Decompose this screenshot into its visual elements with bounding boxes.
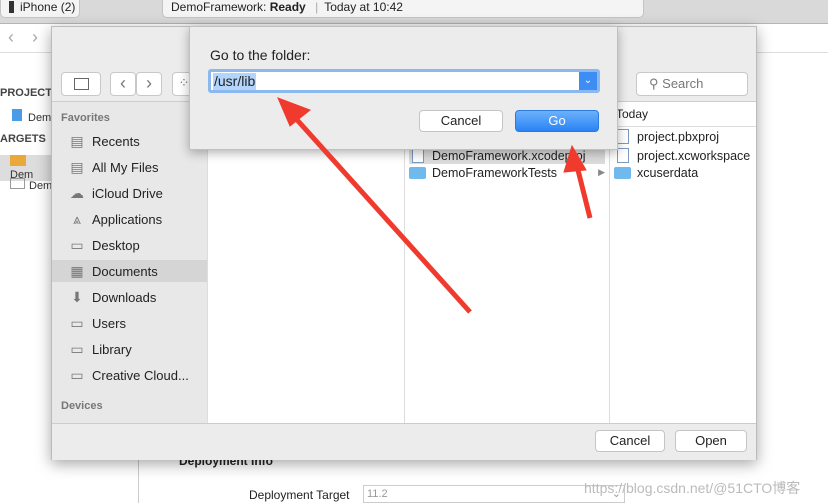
arrow-to-path-input [288, 110, 472, 314]
arrow-head [277, 97, 311, 127]
annotation-arrows [277, 97, 593, 314]
arrow-head [563, 144, 587, 173]
